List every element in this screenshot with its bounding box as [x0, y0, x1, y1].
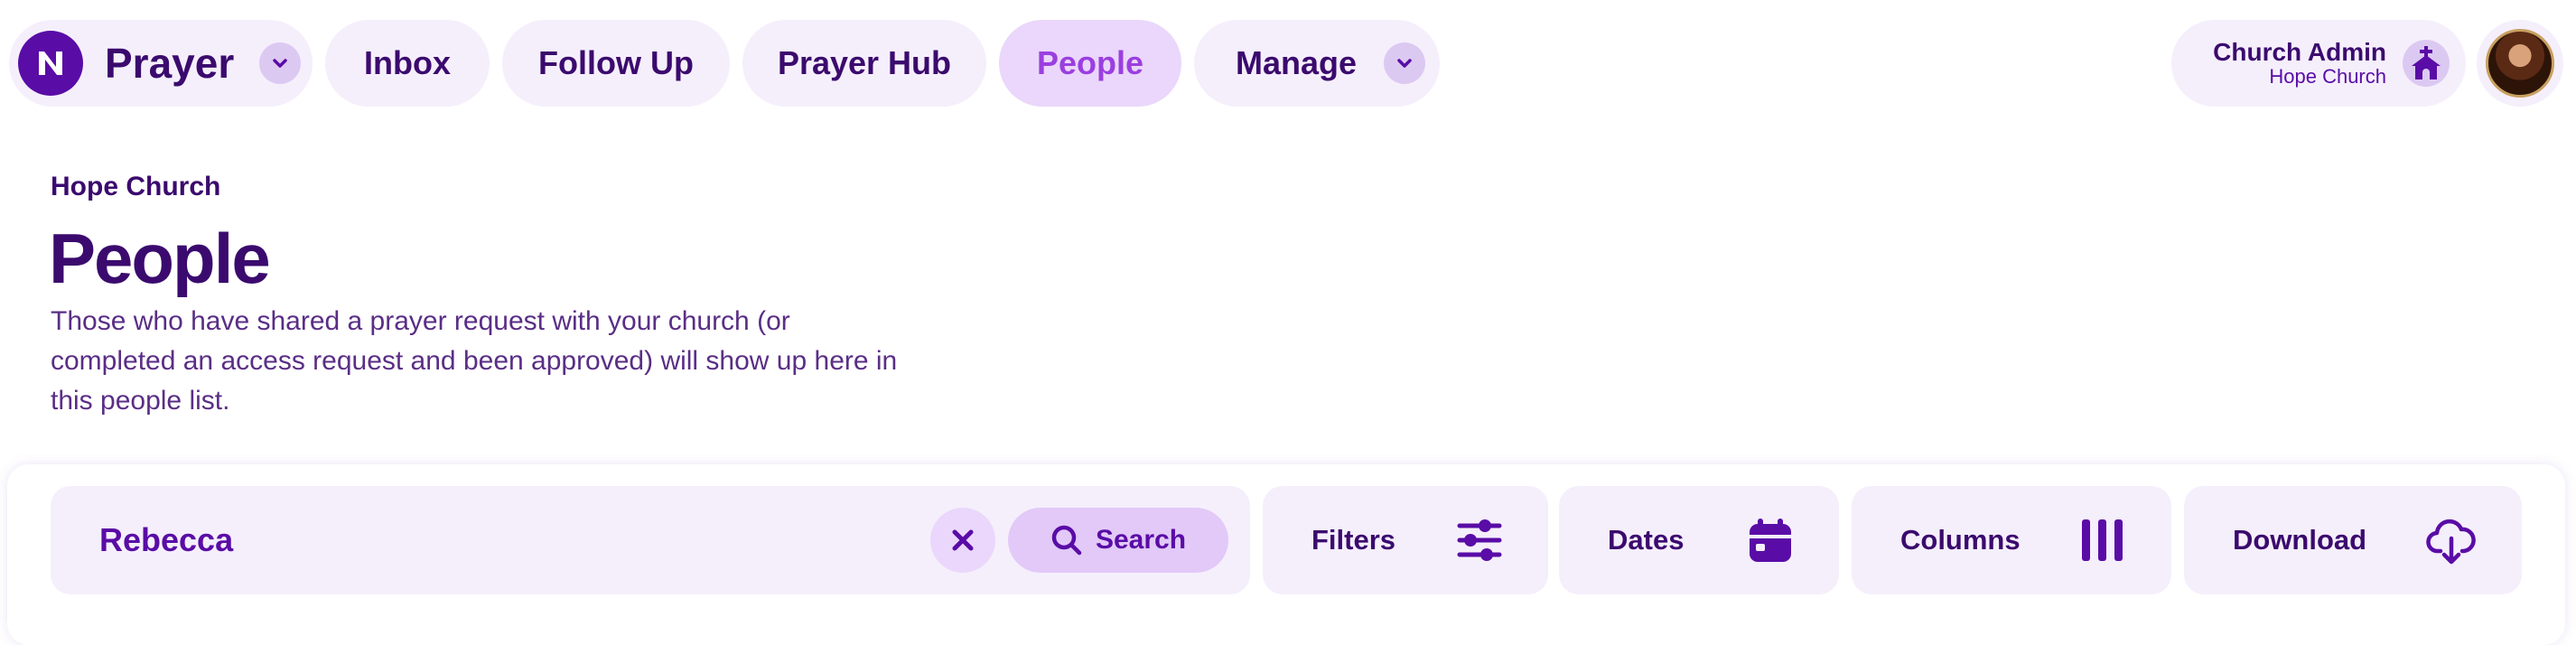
search-icon: [1051, 525, 1082, 556]
tab-manage[interactable]: Manage: [1194, 20, 1440, 107]
search-button-label: Search: [1095, 525, 1187, 555]
filters-label: Filters: [1311, 524, 1396, 556]
dates-button[interactable]: Dates: [1559, 486, 1839, 594]
download-button[interactable]: Download: [2184, 486, 2522, 594]
columns-button[interactable]: Columns: [1852, 486, 2171, 594]
church-icon: [2403, 40, 2450, 87]
brand-name: Prayer: [105, 40, 235, 87]
clear-search-button[interactable]: [930, 508, 995, 573]
chevron-down-icon[interactable]: [259, 42, 302, 84]
cloud-download-icon: [2426, 519, 2476, 565]
tab-label: Prayer Hub: [777, 44, 952, 81]
tab-people[interactable]: People: [999, 20, 1181, 107]
user-avatar-button[interactable]: [2477, 20, 2563, 107]
columns-icon: [2082, 519, 2123, 561]
dates-label: Dates: [1608, 524, 1685, 556]
tab-inbox[interactable]: Inbox: [325, 20, 490, 107]
avatar: [2486, 29, 2554, 98]
tab-label: Manage: [1236, 44, 1358, 81]
account-info: Church Admin Hope Church: [2213, 39, 2386, 88]
tab-prayer-hub[interactable]: Prayer Hub: [742, 20, 986, 107]
brand-switcher[interactable]: Prayer: [9, 20, 313, 107]
chevron-down-icon[interactable]: [1384, 42, 1426, 84]
user-church: Hope Church: [2269, 65, 2386, 88]
calendar-icon: [1750, 519, 1791, 562]
search-button[interactable]: Search: [1008, 508, 1228, 573]
search-bar: Rebecca Search: [51, 486, 1250, 594]
search-input[interactable]: Rebecca: [99, 521, 930, 559]
page-title: People: [49, 219, 271, 298]
download-label: Download: [2233, 524, 2367, 556]
tab-label: People: [1036, 44, 1144, 81]
tab-label: Inbox: [364, 44, 451, 81]
filters-button[interactable]: Filters: [1263, 486, 1548, 594]
tab-follow-up[interactable]: Follow Up: [502, 20, 730, 107]
sliders-icon: [1457, 519, 1502, 561]
tab-label: Follow Up: [538, 44, 694, 81]
close-icon: [952, 529, 974, 551]
logo-icon: [18, 31, 83, 96]
account-switcher[interactable]: Church Admin Hope Church: [2171, 20, 2466, 107]
user-role: Church Admin: [2213, 38, 2386, 66]
page-description: Those who have shared a prayer request w…: [51, 306, 898, 416]
columns-label: Columns: [1900, 524, 2021, 556]
organization-name: Hope Church: [51, 172, 221, 201]
